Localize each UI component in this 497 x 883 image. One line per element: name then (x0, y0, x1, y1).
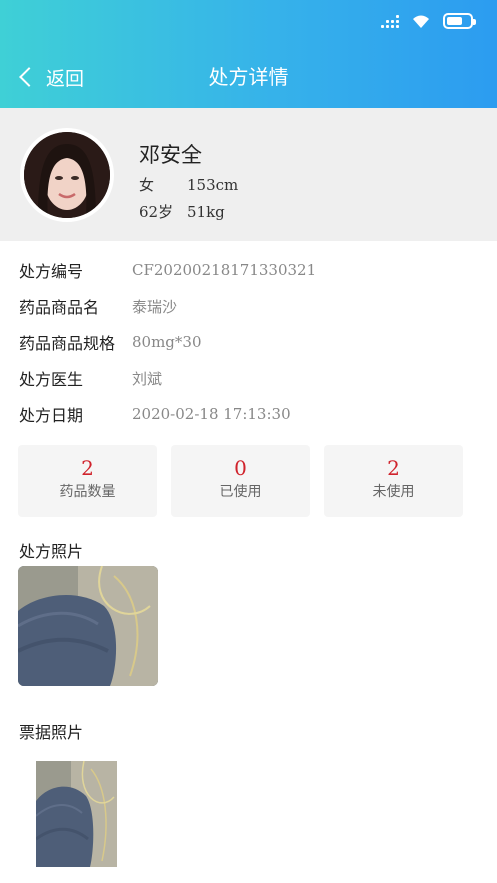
stat-value: 2 (81, 456, 94, 480)
detail-label: 药品商品名 (19, 298, 100, 317)
stat-value: 0 (234, 456, 247, 480)
detail-row-drug-name: 药品商品名 泰瑞沙 (19, 294, 177, 318)
signal-icon (381, 14, 399, 28)
stat-label: 已使用 (219, 484, 262, 500)
page-title: 处方详情 (208, 65, 289, 89)
detail-label: 处方编号 (19, 262, 84, 281)
wifi-icon (413, 15, 429, 28)
detail-value: 泰瑞沙 (132, 297, 178, 316)
patient-height: 153cm (187, 176, 239, 194)
status-bar-icons (381, 12, 476, 30)
receipt-photo[interactable] (36, 761, 117, 867)
detail-label: 处方医生 (19, 370, 84, 389)
detail-value: 刘斌 (132, 369, 163, 388)
patient-weight: 51kg (187, 203, 225, 221)
stat-label: 药品数量 (59, 484, 116, 500)
prescription-photo[interactable] (18, 566, 158, 686)
patient-gender-height: 女 153cm (139, 174, 238, 195)
battery-icon (443, 13, 476, 29)
receipt-photo-title: 票据照片 (19, 723, 84, 742)
prescription-photo-title: 处方照片 (19, 542, 84, 561)
detail-row-drug-spec: 药品商品规格 80mg*30 (19, 330, 202, 354)
patient-gender: 女 (139, 176, 155, 194)
detail-row-prescription-no: 处方编号 CF20200218171330321 (19, 258, 316, 282)
patient-age-weight: 62岁 51kg (139, 201, 225, 222)
detail-row-date: 处方日期 2020-02-18 17:13:30 (19, 402, 291, 426)
avatar-photo (24, 132, 110, 218)
patient-age: 62岁 (139, 203, 174, 221)
detail-label: 药品商品规格 (19, 334, 116, 353)
stat-drug-count: 2 药品数量 (18, 445, 157, 517)
detail-label: 处方日期 (19, 406, 84, 425)
detail-row-doctor: 处方医生 刘斌 (19, 366, 162, 390)
detail-value: 80mg*30 (132, 333, 202, 351)
avatar (20, 128, 114, 222)
stat-value: 2 (387, 456, 400, 480)
patient-profile: 邓安全 女 153cm 62岁 51kg (0, 108, 497, 241)
header-bar: 返回 处方详情 (0, 0, 497, 108)
patient-name: 邓安全 (139, 143, 202, 167)
stat-unused: 2 未使用 (324, 445, 463, 517)
stat-used: 0 已使用 (171, 445, 310, 517)
stat-label: 未使用 (372, 484, 415, 500)
detail-value: CF20200218171330321 (132, 261, 317, 279)
detail-value: 2020-02-18 17:13:30 (132, 405, 291, 423)
